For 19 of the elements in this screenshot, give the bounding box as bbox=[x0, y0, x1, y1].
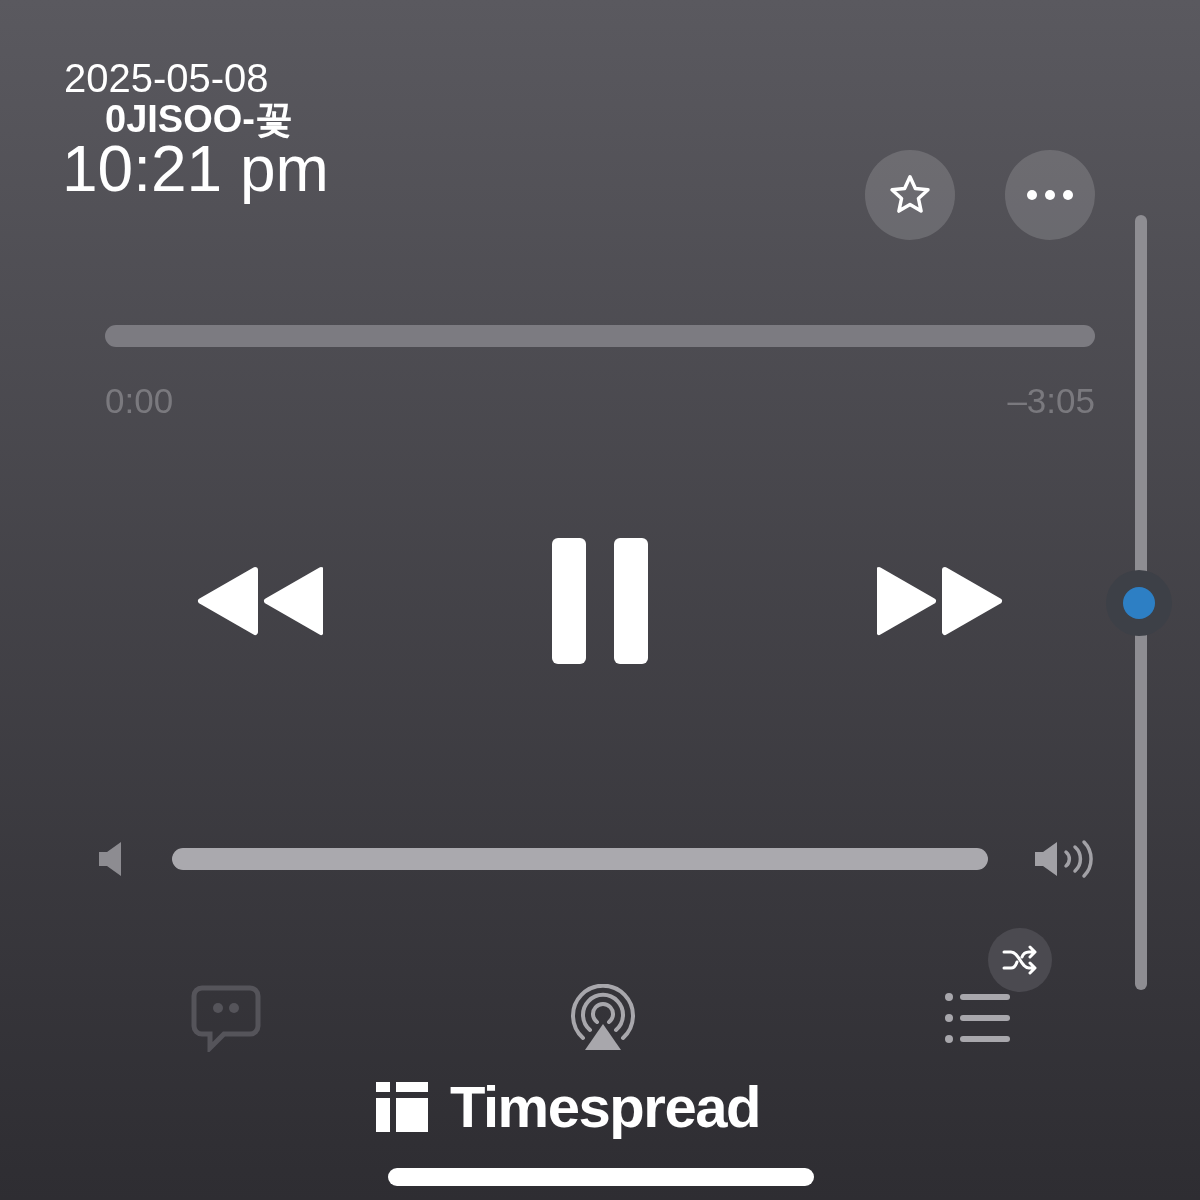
pause-icon bbox=[552, 538, 648, 664]
airplay-button[interactable] bbox=[569, 984, 637, 1052]
queue-button[interactable] bbox=[944, 992, 1010, 1044]
timestamp-date: 2025-05-08 bbox=[64, 58, 269, 98]
airplay-icon bbox=[569, 984, 637, 1052]
logo-icon bbox=[376, 1082, 428, 1132]
song-title: 0JISOO-꽃 bbox=[105, 100, 293, 138]
scroll-bar[interactable] bbox=[1135, 215, 1147, 990]
more-icon bbox=[1026, 189, 1074, 201]
rewind-icon bbox=[195, 564, 323, 638]
shuffle-icon bbox=[1002, 945, 1038, 975]
fast-forward-icon bbox=[877, 564, 1005, 638]
speaker-loud-icon bbox=[1033, 839, 1095, 879]
quote-bubble-icon bbox=[190, 984, 262, 1052]
list-icon bbox=[944, 992, 1010, 1044]
fast-forward-button[interactable] bbox=[877, 564, 1005, 638]
rewind-button[interactable] bbox=[195, 564, 323, 638]
volume-slider[interactable] bbox=[172, 848, 988, 870]
pause-button[interactable] bbox=[552, 538, 648, 664]
